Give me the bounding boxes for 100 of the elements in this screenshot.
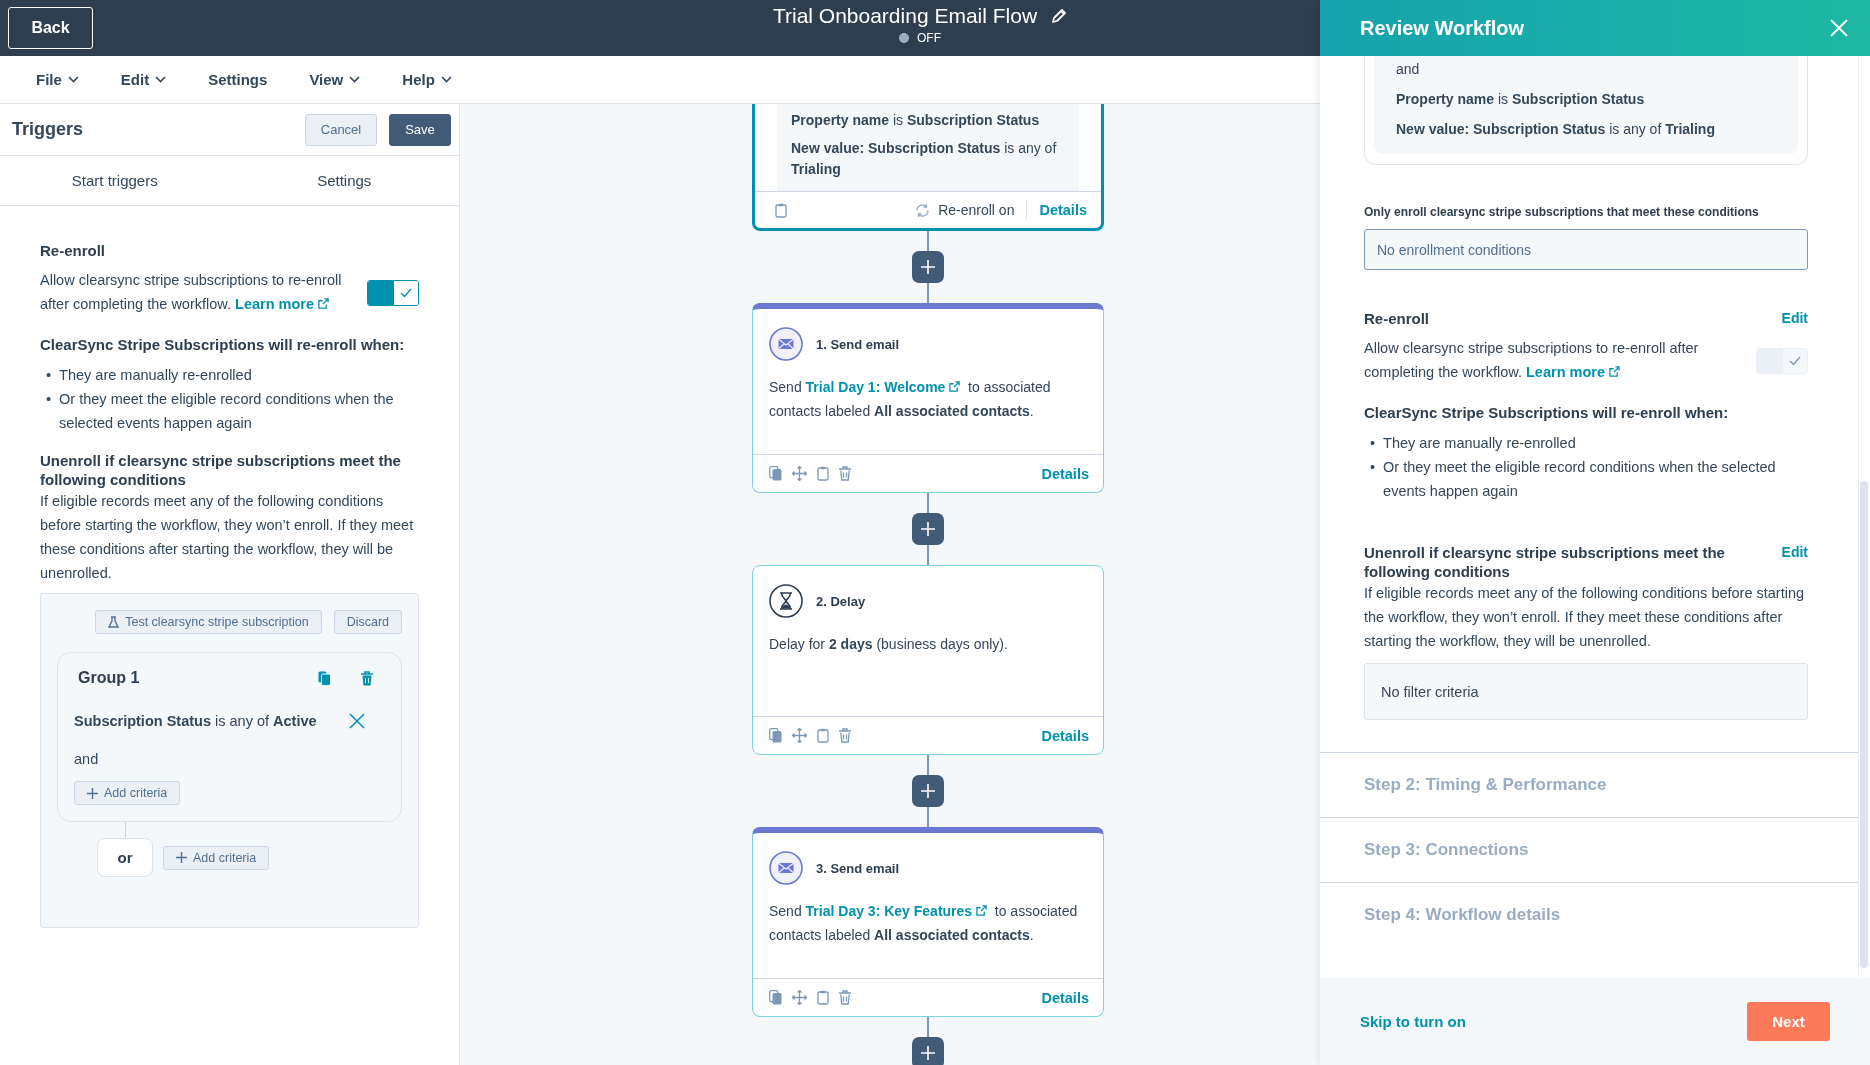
clipboard-icon[interactable] [817,466,829,481]
trash-icon[interactable] [839,990,851,1005]
menu-item[interactable]: File [26,65,89,94]
move-icon[interactable] [792,466,807,481]
menu-item[interactable]: Help [392,65,462,94]
flask-icon [108,616,120,628]
scrollbar[interactable] [1858,56,1868,978]
trigger-condition: New value: Subscription Status is any of Trialing [791,139,1058,179]
bullet-marker: • [46,390,52,409]
trigger-card[interactable]: Property name is Subscription Status New value: Subscription Status is any of Trialing Re-enroll on Details [752,104,1104,231]
email-link[interactable]: Trial Day 1: Welcome [805,379,961,395]
section-heading: ClearSync Stripe Subscriptions will re-enroll when: [1364,404,1730,421]
section-heading: Re-enroll [1364,310,1429,327]
action-card[interactable]: 3. Send email Send Trial Day 3: Key Features to associated contacts labeled All associated contacts. Details [752,827,1104,1017]
test-button[interactable]: Test clearsync stripe subscription [95,610,322,634]
bullet-item: Or they meet the eligible record conditions when the selected events happen again [1383,458,1777,501]
move-icon[interactable] [792,728,807,743]
bullet-marker: • [1370,458,1376,477]
refresh-icon [915,202,931,218]
pencil-icon[interactable] [1051,8,1068,24]
section-heading: Unenroll if clearsync stripe subscriptions meet the following conditions [40,451,402,489]
details-link[interactable]: Details [1041,989,1089,1006]
copy-icon[interactable] [318,670,331,686]
discard-button[interactable]: Discard [333,610,402,634]
workflow-title: Trial Onboarding Email Flow [772,4,1038,28]
caret-icon [155,76,167,83]
external-link-icon [318,298,330,309]
clipboard-icon[interactable] [775,202,787,218]
check-icon [400,288,412,298]
status-label: OFF [917,31,941,45]
menu-item[interactable]: Edit [110,65,177,94]
action-card[interactable]: 2. Delay Delay for 2 days (business days only). Details [752,565,1104,755]
learn-more-link[interactable]: Learn more [235,296,330,312]
panel-title: Triggers [12,119,84,140]
email-link[interactable]: Trial Day 3: Key Features [805,903,987,919]
unenroll-description: If eligible records meet any of the following conditions before starting the workflow, they won’t enroll. If they meet these conditions after starting the workflow, they will be unenrolled. [1364,584,1806,651]
field-label: Only enroll clearsync stripe subscriptions that meet these conditions [1364,205,1760,219]
caret-icon [67,76,79,83]
details-link[interactable]: Details [1039,202,1087,218]
menu-item[interactable]: View [299,65,371,94]
copy-icon[interactable] [769,990,782,1005]
bullet-item: They are manually re-enrolled [1383,434,1577,453]
add-criteria-button[interactable]: Add criteria [74,781,181,805]
action-description: Delay for 2 days (business days only). [768,635,1009,654]
details-link[interactable]: Details [1041,727,1089,744]
trash-icon[interactable] [839,466,851,481]
trigger-condition: and [1396,60,1421,79]
action-title: 3. Send email [816,860,900,876]
or-button[interactable]: or [97,838,153,877]
menu-item[interactable]: Settings [198,65,278,94]
envelope-icon [769,851,803,885]
move-icon[interactable] [792,990,807,1005]
trash-icon[interactable] [839,728,851,743]
caret-icon [440,76,452,83]
action-description: Send Trial Day 3: Key Features to associated contacts labeled All associated contacts. [768,902,1079,945]
caret-icon [349,76,361,83]
action-card[interactable]: 1. Send email Send Trial Day 1: Welcome to associated contacts labeled All associated contacts. Details [752,303,1104,493]
skip-link[interactable]: Skip to turn on [1360,1013,1466,1030]
external-link-icon [976,905,987,916]
trigger-condition: Property name is Subscription Status [1396,90,1646,109]
plus-icon [921,522,935,536]
next-button[interactable]: Next [1747,1002,1830,1041]
copy-icon[interactable] [769,728,782,743]
add-step-button[interactable] [912,775,944,807]
trigger-condition: Property name is Subscription Status [791,111,1041,130]
external-link-icon [949,381,961,392]
panel-tab[interactable]: Settings [229,156,459,205]
reenroll-toggle[interactable] [367,280,419,306]
clipboard-icon[interactable] [817,728,829,743]
reenroll-status: Re-enroll on [938,202,1015,218]
plus-icon [176,852,187,863]
copy-icon[interactable] [769,466,782,481]
back-button[interactable]: Back [8,7,93,49]
hourglass-icon [769,584,803,618]
bullet-item: They are manually re-enrolled [59,366,253,385]
add-criteria-button[interactable]: Add criteria [163,845,270,870]
edit-link[interactable]: Edit [1781,543,1808,562]
add-step-button[interactable] [912,513,944,545]
action-description: Send Trial Day 1: Welcome to associated contacts labeled All associated contacts. [768,378,1052,421]
clipboard-icon[interactable] [817,990,829,1005]
action-title: 1. Send email [816,336,900,352]
bullet-marker: • [1370,434,1376,453]
drawer-title: Review Workflow [1360,16,1525,40]
filter-criterion: Subscription Status is any of Active [74,713,317,729]
details-link[interactable]: Details [1041,465,1089,482]
add-step-button[interactable] [912,251,944,283]
plus-icon [87,787,98,799]
plus-icon [921,1046,935,1060]
plus-icon [921,260,935,274]
trigger-condition: New value: Subscription Status is any of Trialing [1396,120,1716,139]
cancel-button[interactable]: Cancel [305,113,377,146]
filter-criteria-box: No filter criteria [1364,663,1808,720]
action-title: 2. Delay [816,593,866,609]
save-button[interactable]: Save [389,113,451,146]
bullet-marker: • [46,366,52,385]
enrollment-conditions-field[interactable]: No enrollment conditions [1364,229,1808,270]
trash-icon[interactable] [361,670,373,686]
add-step-button[interactable] [912,1037,944,1065]
panel-tab[interactable]: Start triggers [0,156,230,205]
close-icon[interactable] [349,713,365,729]
